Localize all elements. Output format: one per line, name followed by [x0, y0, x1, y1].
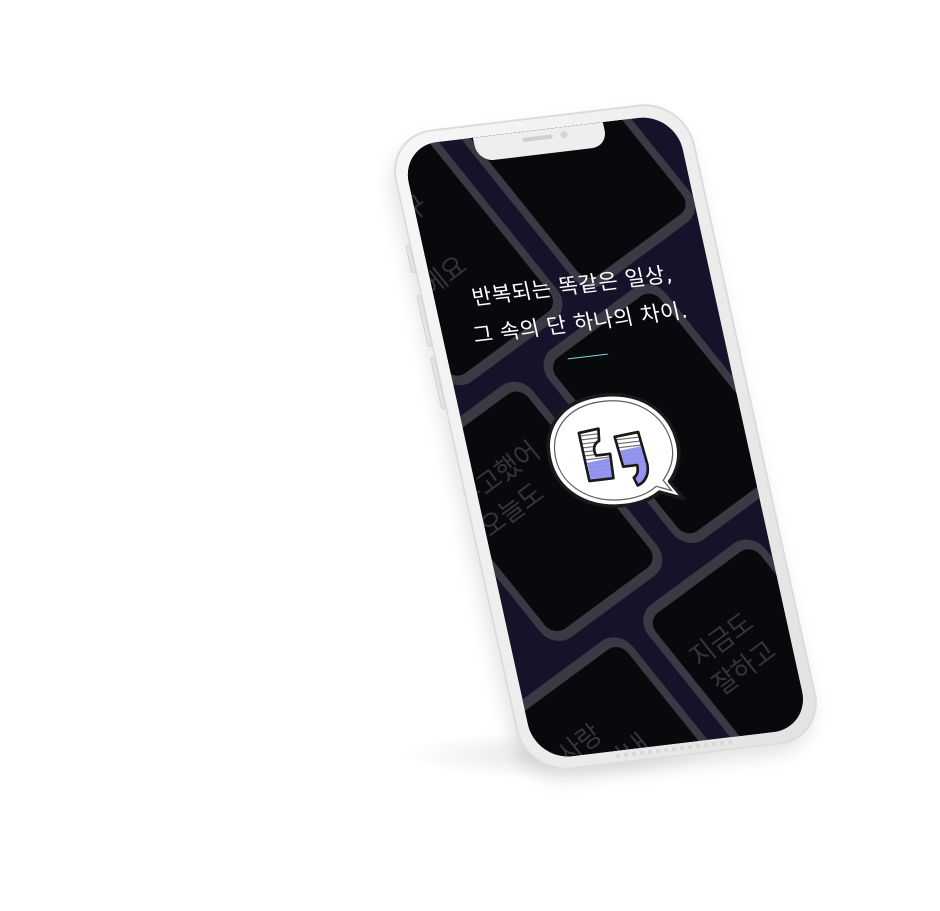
earpiece-speaker — [522, 134, 554, 143]
quote-speech-bubble-icon — [546, 392, 686, 508]
front-camera — [559, 130, 569, 139]
phone-mockup: 잘 했구 중이 흐에요 수고했어 오늘도 사랑 잘 지내 지금도 잘하고 — [385, 99, 826, 775]
mockup-stage: 잘 했구 중이 흐에요 수고했어 오늘도 사랑 잘 지내 지금도 잘하고 — [0, 0, 940, 911]
